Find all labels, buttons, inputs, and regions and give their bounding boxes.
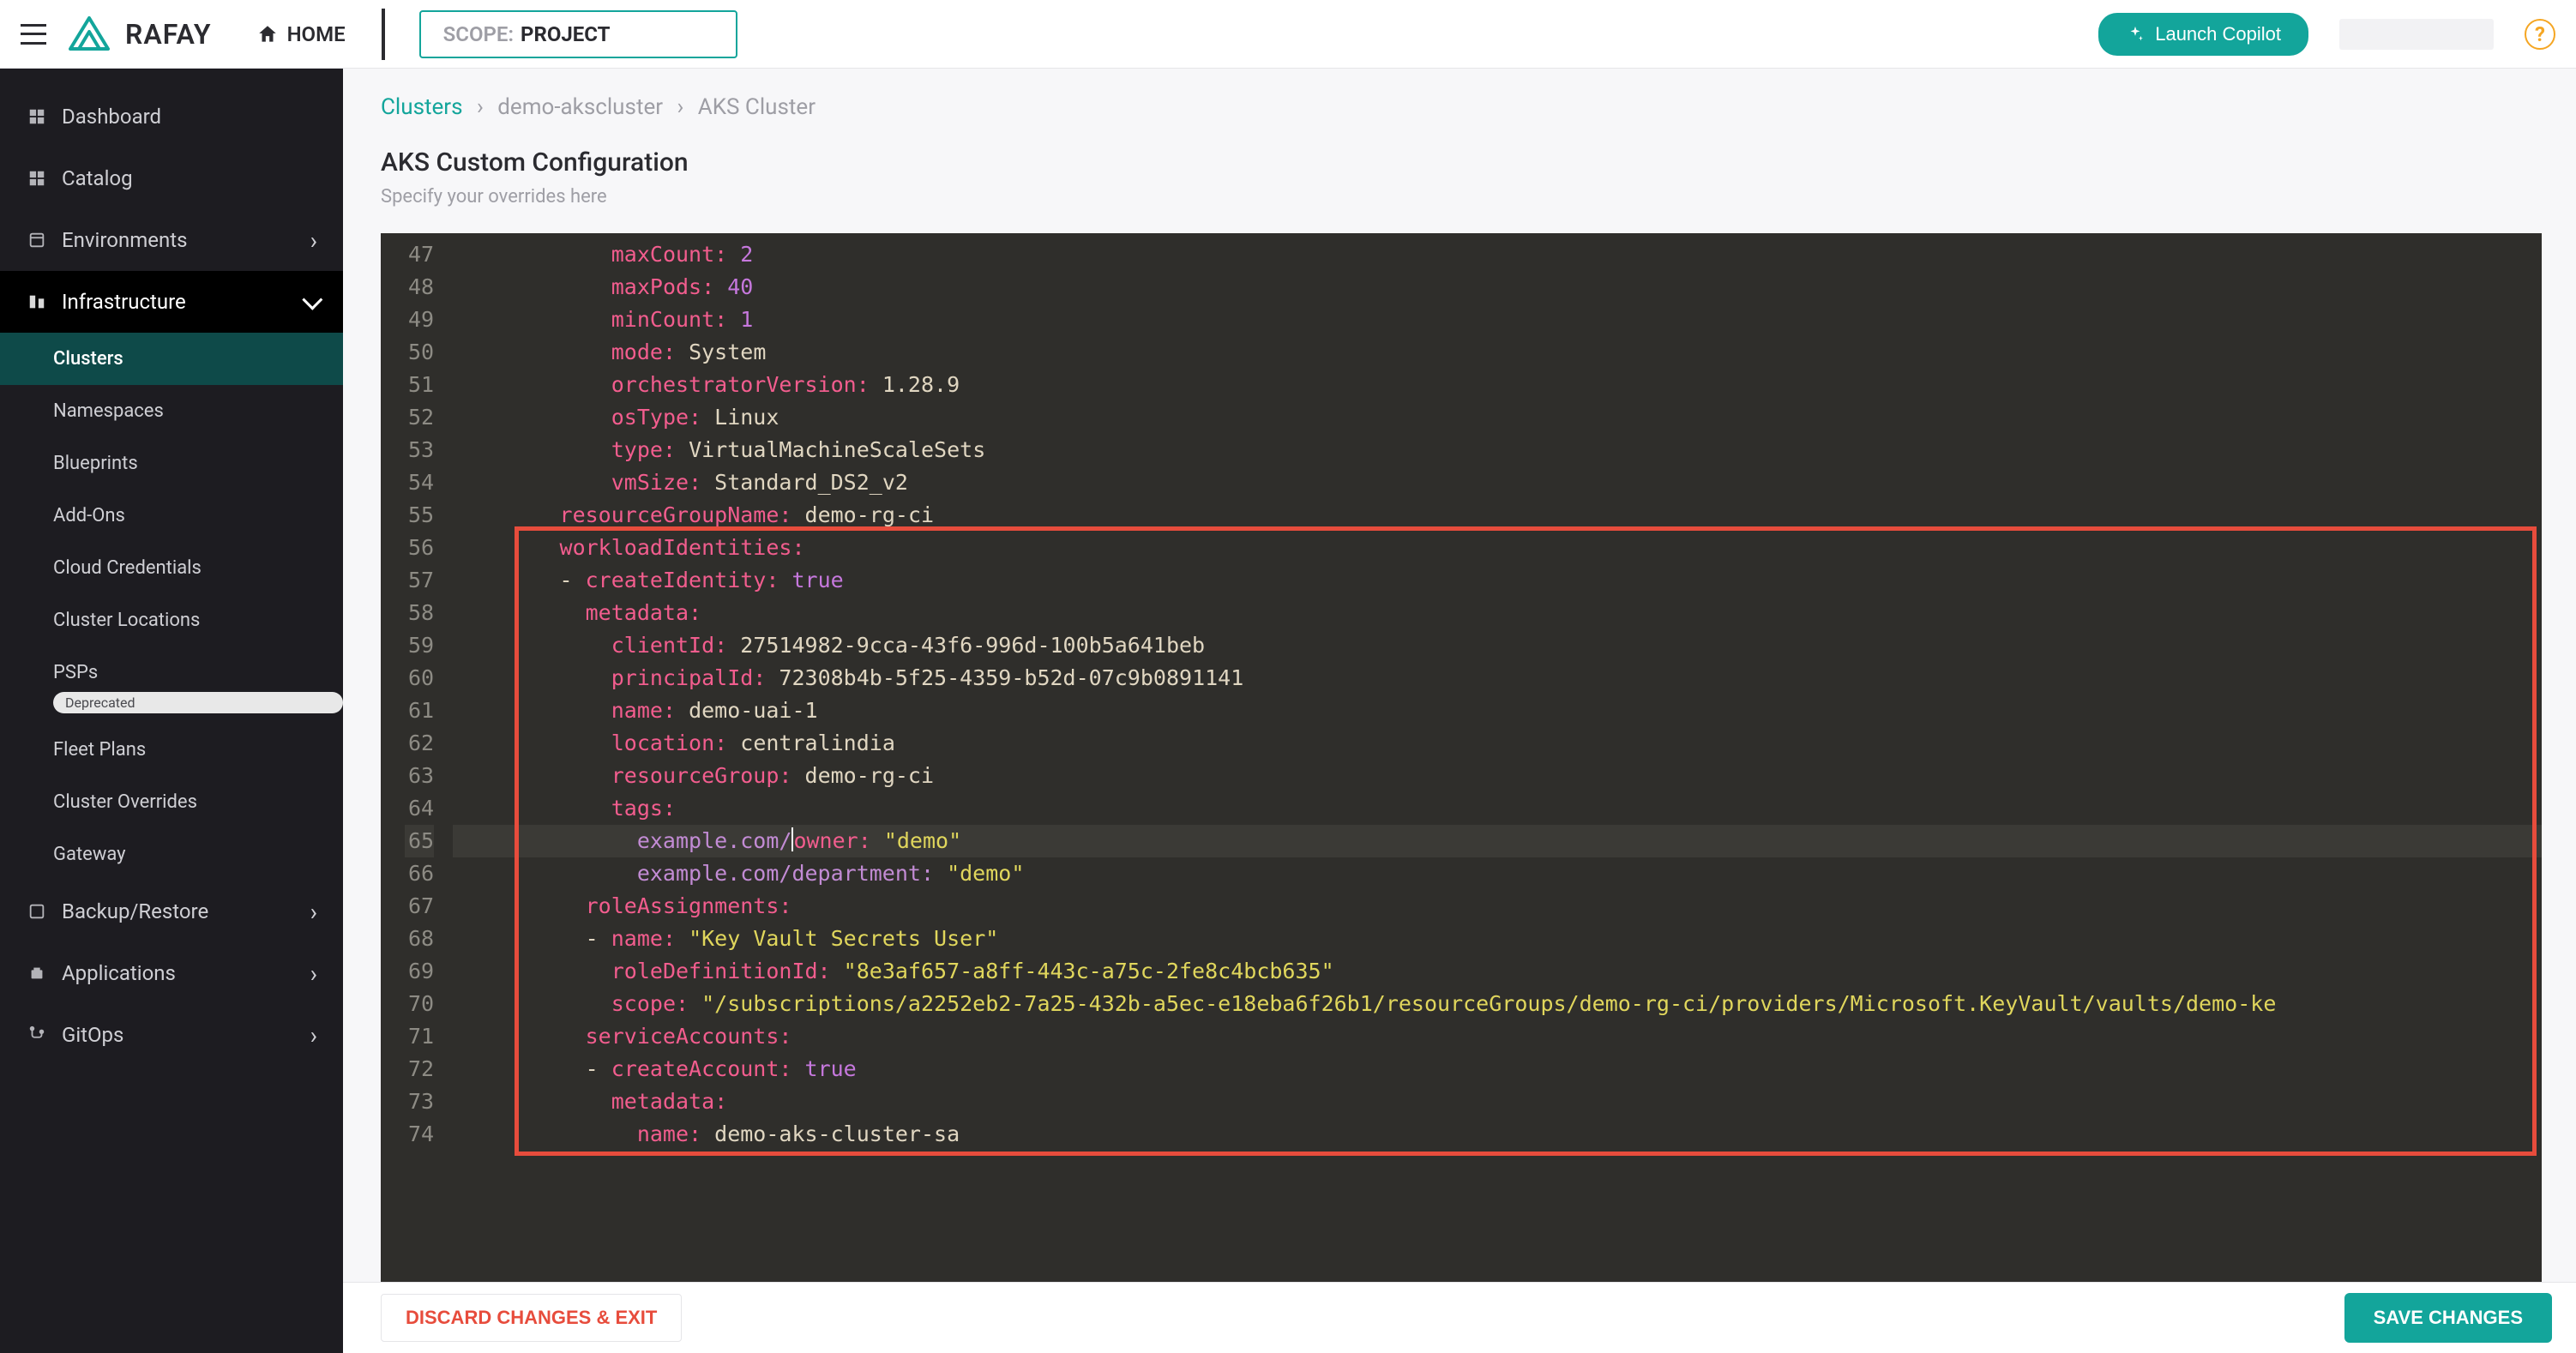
code-line[interactable]: mode: System: [453, 336, 2542, 369]
sidebar-sub-fleet-plans[interactable]: Fleet Plans: [0, 724, 343, 776]
sidebar-item-catalog[interactable]: Catalog: [0, 147, 343, 209]
code-line[interactable]: tags:: [453, 792, 2542, 825]
editor-gutter: 4748495051525354555657585960616263646566…: [381, 233, 446, 1282]
sidebar-sub-psps[interactable]: PSPs: [0, 646, 343, 699]
rafay-icon: [63, 13, 115, 56]
sidebar-sub-cloud-credentials[interactable]: Cloud Credentials: [0, 542, 343, 594]
sidebar: Dashboard Catalog Environments Infrastructu…: [0, 69, 343, 1353]
scope-value: PROJECT: [521, 22, 611, 46]
code-line[interactable]: metadata:: [453, 597, 2542, 629]
code-line[interactable]: type: VirtualMachineScaleSets: [453, 434, 2542, 466]
code-line[interactable]: - createAccount: true: [453, 1053, 2542, 1085]
save-button[interactable]: SAVE CHANGES: [2344, 1293, 2552, 1343]
launch-copilot-label: Launch Copilot: [2155, 23, 2281, 45]
sidebar-item-dashboard[interactable]: Dashboard: [0, 86, 343, 147]
sidebar-item-infrastructure[interactable]: Infrastructure: [0, 271, 343, 333]
scope-selector[interactable]: SCOPE: PROJECT: [419, 10, 737, 58]
scope-label: SCOPE:: [443, 22, 514, 46]
sidebar-item-label: GitOps: [62, 1023, 123, 1047]
home-icon: [256, 23, 279, 45]
code-line[interactable]: principalId: 72308b4b-5f25-4359-b52d-07c…: [453, 662, 2542, 695]
sidebar-sub-add-ons[interactable]: Add-Ons: [0, 490, 343, 542]
code-line[interactable]: roleDefinitionId: "8e3af657-a8ff-443c-a7…: [453, 955, 2542, 988]
footer-actions: DISCARD CHANGES & EXIT SAVE CHANGES: [343, 1282, 2576, 1353]
topbar: RAFAY HOME SCOPE: PROJECT Launch Copilot…: [0, 0, 2576, 69]
code-line[interactable]: scope: "/subscriptions/a2252eb2-7a25-432…: [453, 988, 2542, 1020]
sidebar-item-label: Infrastructure: [62, 290, 186, 314]
sidebar-sub-cluster-locations[interactable]: Cluster Locations: [0, 594, 343, 646]
sidebar-item-label: Catalog: [62, 166, 133, 190]
code-line[interactable]: maxCount: 2: [453, 238, 2542, 271]
sparkle-icon: [2126, 25, 2145, 44]
sidebar-sub-gateway[interactable]: Gateway: [0, 828, 343, 881]
sidebar-item-label: Applications: [62, 961, 176, 985]
infrastructure-icon: [27, 292, 46, 311]
breadcrumb-mid: demo-akscluster: [497, 94, 663, 120]
help-icon[interactable]: ?: [2525, 19, 2555, 50]
sidebar-item-label: Environments: [62, 228, 187, 252]
code-line[interactable]: name: demo-uai-1: [453, 695, 2542, 727]
code-line[interactable]: - createIdentity: true: [453, 564, 2542, 597]
sidebar-item-environments[interactable]: Environments: [0, 209, 343, 271]
code-line[interactable]: example.com/owner: "demo": [453, 825, 2542, 857]
home-label: HOME: [287, 22, 346, 46]
sidebar-sub-blueprints[interactable]: Blueprints: [0, 437, 343, 490]
sidebar-sub-clusters[interactable]: Clusters: [0, 333, 343, 385]
breadcrumb-leaf: AKS Cluster: [698, 94, 816, 120]
home-button[interactable]: HOME: [255, 15, 347, 53]
code-line[interactable]: clientId: 27514982-9cca-43f6-996d-100b5a…: [453, 629, 2542, 662]
code-line[interactable]: example.com/department: "demo": [453, 857, 2542, 890]
applications-icon: [27, 964, 46, 983]
page-subtitle: Specify your overrides here: [381, 186, 2542, 207]
code-line[interactable]: name: demo-aks-cluster-sa: [453, 1118, 2542, 1151]
code-line[interactable]: orchestratorVersion: 1.28.9: [453, 369, 2542, 401]
launch-copilot-button[interactable]: Launch Copilot: [2098, 13, 2308, 56]
code-line[interactable]: osType: Linux: [453, 401, 2542, 434]
environments-icon: [27, 231, 46, 250]
menu-icon[interactable]: [21, 24, 46, 45]
deprecated-badge: Deprecated: [53, 692, 343, 713]
editor-wrap: 4748495051525354555657585960616263646566…: [381, 233, 2542, 1282]
code-line[interactable]: roleAssignments:: [453, 890, 2542, 923]
discard-button[interactable]: DISCARD CHANGES & EXIT: [381, 1294, 682, 1342]
code-line[interactable]: location: centralindia: [453, 727, 2542, 760]
code-line[interactable]: maxPods: 40: [453, 271, 2542, 304]
sidebar-item-label: Backup/Restore: [62, 899, 208, 923]
page-title: AKS Custom Configuration: [381, 147, 2542, 177]
code-line[interactable]: - name: "Key Vault Secrets User": [453, 923, 2542, 955]
sidebar-item-gitops[interactable]: GitOps: [0, 1004, 343, 1066]
brand-text: RAFAY: [125, 18, 212, 51]
sidebar-item-label: Dashboard: [62, 105, 161, 129]
editor-code[interactable]: maxCount: 2 maxPods: 40 minCount: 1 mode…: [446, 233, 2542, 1282]
dashboard-icon: [27, 107, 46, 126]
code-line[interactable]: resourceGroup: demo-rg-ci: [453, 760, 2542, 792]
code-line[interactable]: resourceGroupName: demo-rg-ci: [453, 499, 2542, 532]
breadcrumb: Clusters › demo-akscluster › AKS Cluster: [381, 94, 2542, 120]
backup-icon: [27, 902, 46, 921]
brand-logo[interactable]: RAFAY: [63, 13, 212, 56]
sidebar-item-backup-restore[interactable]: Backup/Restore: [0, 881, 343, 942]
code-line[interactable]: workloadIdentities:: [453, 532, 2542, 564]
main-content: Clusters › demo-akscluster › AKS Cluster…: [343, 69, 2576, 1353]
yaml-editor[interactable]: 4748495051525354555657585960616263646566…: [381, 233, 2542, 1282]
sidebar-sub-cluster-overrides[interactable]: Cluster Overrides: [0, 776, 343, 828]
gitops-icon: [27, 1025, 46, 1044]
code-line[interactable]: vmSize: Standard_DS2_v2: [453, 466, 2542, 499]
catalog-icon: [27, 169, 46, 188]
sidebar-sub-namespaces[interactable]: Namespaces: [0, 385, 343, 437]
breadcrumb-root[interactable]: Clusters: [381, 94, 463, 120]
code-line[interactable]: serviceAccounts:: [453, 1020, 2542, 1053]
org-selector[interactable]: [2339, 19, 2494, 50]
sidebar-item-applications[interactable]: Applications: [0, 942, 343, 1004]
code-line[interactable]: metadata:: [453, 1085, 2542, 1118]
code-line[interactable]: minCount: 1: [453, 304, 2542, 336]
divider: [382, 9, 385, 60]
